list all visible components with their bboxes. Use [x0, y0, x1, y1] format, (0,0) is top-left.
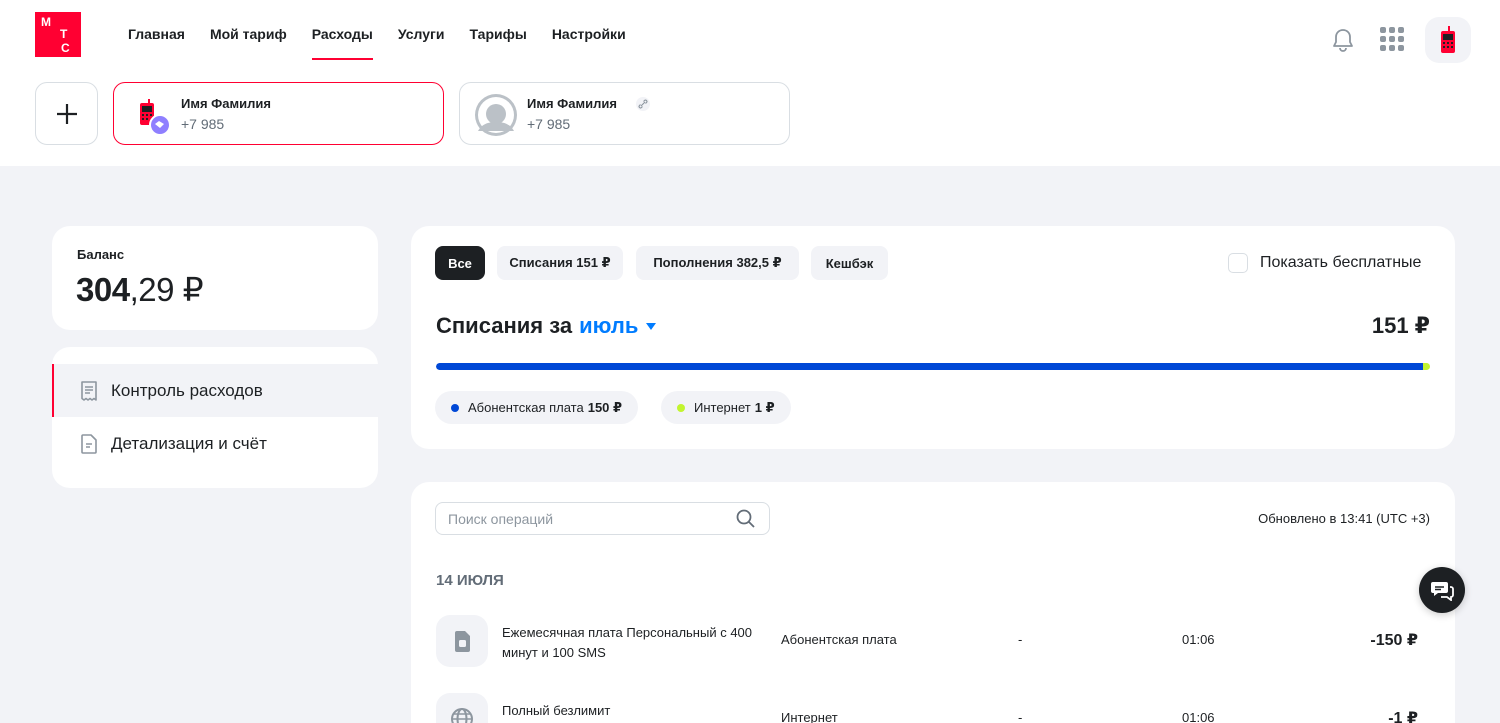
legend-internet[interactable]: Интернет 1 ₽ [661, 391, 791, 424]
filter-chip-all[interactable]: Все [435, 246, 485, 280]
operations-panel: Обновлено в 13:41 (UTC +3) 14 ИЮЛЯ Ежеме… [411, 482, 1455, 723]
operation-extra: - [1018, 632, 1023, 647]
show-free-toggle[interactable]: Показать бесплатные [1228, 253, 1421, 273]
logo-letter: С [61, 41, 70, 55]
operation-amount: -1 ₽ [1388, 710, 1418, 723]
filter-chip-debits[interactable]: Списания 151 ₽ [497, 246, 623, 280]
charges-title-text: Списания за [436, 313, 573, 338]
bell-icon[interactable] [1331, 27, 1355, 53]
balance-fraction: ,29 ₽ [129, 271, 204, 308]
filter-chip-cashback[interactable]: Кешбэк [811, 246, 888, 280]
operation-name: Ежемесячная плата Персональный с 400 мин… [502, 625, 753, 660]
nav-item-settings[interactable]: Настройки [552, 26, 626, 62]
date-group-heading: 14 ИЮЛЯ [436, 572, 504, 589]
legend-amount: 1 ₽ [754, 399, 775, 415]
balance-integer: 304 [76, 271, 130, 308]
link-icon [636, 97, 650, 116]
logo-letter: М [41, 15, 51, 29]
charges-title: Списания за июль [436, 313, 656, 339]
default-person-avatar-icon [474, 93, 518, 137]
balance-label: Баланс [77, 247, 125, 262]
nav-item-expenses[interactable]: Расходы [311, 26, 374, 62]
account-card-selected[interactable]: Имя Фамилия +7 985 [113, 82, 444, 145]
progress-segment-subscription [436, 363, 1424, 370]
red-phone-avatar-icon [128, 93, 172, 137]
sidebar-menu: Контроль расходов Детализация и счёт [52, 347, 378, 488]
operation-category: Интернет [781, 710, 838, 723]
account-name: Имя Фамилия [527, 96, 617, 111]
plus-icon [56, 103, 77, 124]
account-card[interactable]: Имя Фамилия +7 985 [459, 82, 790, 145]
account-phone: +7 985 [527, 116, 571, 132]
sidebar-item-details[interactable]: Детализация и счёт [52, 417, 378, 470]
operation-extra: - [1018, 710, 1023, 723]
sim-card-icon [436, 615, 488, 667]
logo-letter: Т [60, 27, 68, 41]
legend-dot [451, 403, 459, 412]
operation-row[interactable]: Полный безлимит Интернет - 01:06 -1 ₽ [411, 688, 1455, 723]
operation-row[interactable]: Ежемесячная плата Персональный с 400 мин… [411, 610, 1455, 670]
account-phone: +7 985 [181, 116, 225, 132]
receipt-icon [81, 380, 97, 401]
legend-dot [677, 403, 685, 412]
operation-name: Полный безлимит [502, 703, 611, 718]
month-dropdown[interactable]: июль [579, 313, 656, 339]
balance-value: 304,29 ₽ [76, 270, 204, 309]
operation-category: Абонентская плата [781, 632, 897, 647]
charges-progress-bar [436, 363, 1430, 370]
progress-segment-internet [1423, 363, 1430, 370]
nav-item-my-tariff[interactable]: Мой тариф [210, 26, 287, 62]
sidebar-item-label: Контроль расходов [111, 380, 263, 400]
filter-chip-topups[interactable]: Пополнения 382,5 ₽ [636, 246, 799, 280]
legend-amount: 150 ₽ [587, 399, 623, 415]
nav-item-services[interactable]: Услуги [398, 26, 445, 62]
legend-name: Абонентская плата [468, 400, 584, 415]
globe-icon [436, 693, 488, 723]
top-header: М Т С Главная Мой тариф Расходы Услуги Т… [0, 0, 1500, 166]
updated-timestamp: Обновлено в 13:41 (UTC +3) [1258, 511, 1430, 526]
charges-panel: Все Списания 151 ₽ Пополнения 382,5 ₽ Ке… [411, 226, 1455, 449]
chat-icon [1431, 582, 1454, 601]
legend-name: Интернет [694, 400, 751, 415]
document-icon [81, 433, 97, 454]
balance-card: Баланс 304,29 ₽ [52, 226, 378, 330]
operation-time: 01:06 [1182, 710, 1215, 723]
account-name: Имя Фамилия [181, 96, 271, 111]
main-nav: Главная Мой тариф Расходы Услуги Тарифы … [128, 26, 651, 62]
chat-support-button[interactable] [1419, 567, 1465, 613]
charges-total: 151 ₽ [1371, 313, 1430, 338]
search-input[interactable] [435, 502, 770, 535]
sidebar-item-label: Детализация и счёт [111, 433, 267, 453]
user-avatar-phone-icon[interactable] [1425, 17, 1471, 63]
operation-amount: -150 ₽ [1370, 632, 1418, 649]
show-free-checkbox[interactable] [1228, 253, 1248, 273]
legend-subscription[interactable]: Абонентская плата 150 ₽ [435, 391, 639, 424]
mts-logo[interactable]: М Т С [35, 12, 81, 57]
apps-grid-icon[interactable] [1380, 27, 1404, 51]
show-free-label: Показать бесплатные [1260, 254, 1422, 271]
sidebar-item-expense-control[interactable]: Контроль расходов [52, 364, 378, 417]
nav-item-tariffs[interactable]: Тарифы [469, 26, 526, 62]
operation-time: 01:06 [1182, 632, 1215, 647]
nav-item-home[interactable]: Главная [128, 26, 185, 62]
add-account-button[interactable] [35, 82, 98, 145]
search-icon[interactable] [736, 509, 755, 533]
